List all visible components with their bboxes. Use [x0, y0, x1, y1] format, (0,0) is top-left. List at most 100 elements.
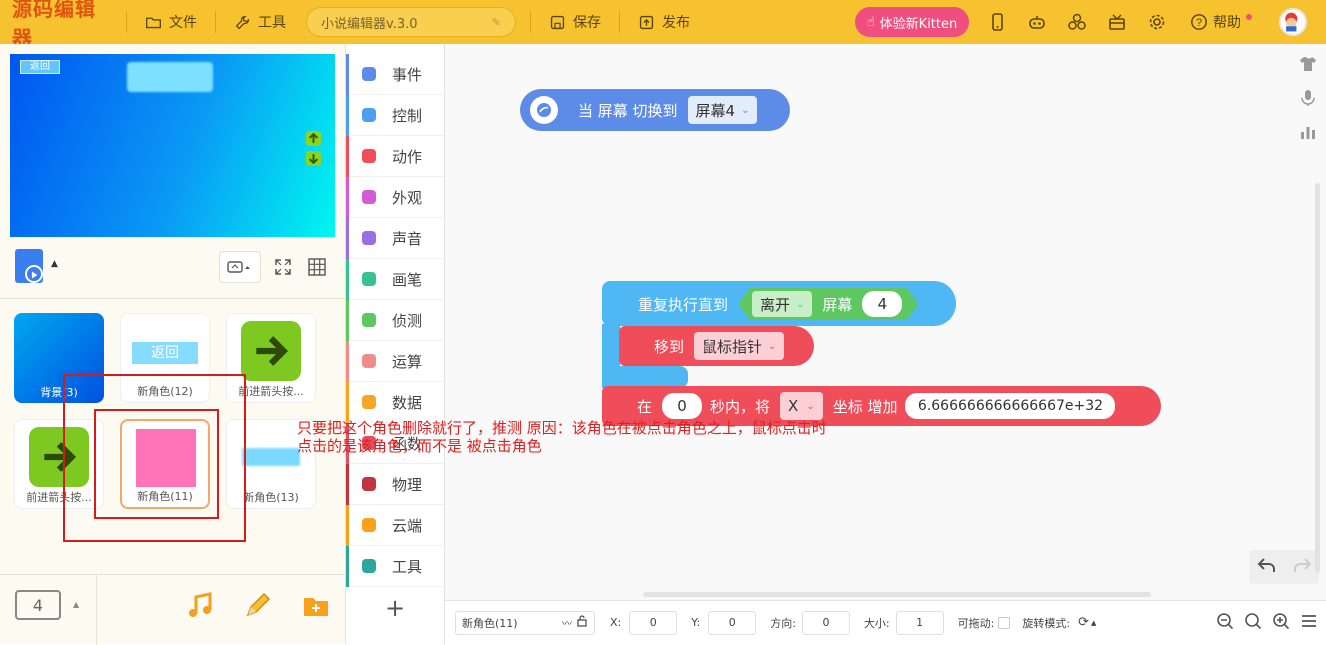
music-icon[interactable] [186, 591, 216, 625]
size-input[interactable]: 1 [895, 610, 944, 635]
axis-dropdown[interactable]: X ⌄ [780, 392, 823, 420]
category-color-bar [346, 341, 349, 382]
left-bottom-bar: 4 ▲ [0, 574, 346, 645]
category-magnet[interactable]: 物理 [346, 464, 445, 505]
x-input[interactable]: 0 [629, 610, 678, 635]
category-label: 数据 [392, 393, 423, 412]
save-button[interactable]: 保存 [541, 0, 609, 44]
menu-icon[interactable] [1298, 610, 1320, 635]
shirt-icon[interactable] [1298, 54, 1318, 78]
category-gamepad[interactable]: 控制 [346, 95, 445, 136]
grid-icon[interactable] [302, 251, 332, 283]
run-button[interactable] [15, 249, 43, 283]
file-menu-button[interactable]: 文件 [137, 0, 205, 44]
eye-hidden-icon[interactable]: 〰 [562, 615, 572, 630]
screen-counter[interactable]: 4 [15, 590, 61, 620]
target-dropdown[interactable]: 鼠标指针 ⌄ [694, 332, 785, 360]
horizontal-scrollbar[interactable] [643, 592, 1151, 597]
folder-add-icon[interactable] [301, 591, 331, 625]
screen-number: 4 [877, 295, 888, 313]
user-avatar[interactable] [1279, 8, 1307, 36]
lock-icon[interactable] [576, 615, 588, 630]
category-shirt[interactable]: 外观 [346, 177, 445, 218]
chevron-down-icon: ⌄ [796, 298, 805, 310]
stage-controls: ▲ [0, 249, 346, 289]
category-tools[interactable]: 工具 [346, 546, 445, 587]
draggable-checkbox[interactable] [998, 616, 1011, 629]
stage-blurred-sprite [127, 62, 213, 92]
help-label: 帮助 [1213, 15, 1241, 31]
save-icon [550, 15, 565, 29]
calculator-icon [358, 350, 380, 372]
stage-size-toggle[interactable] [219, 251, 261, 283]
category-color-bar [346, 546, 349, 587]
divider [619, 11, 620, 33]
direction-input[interactable]: 0 [801, 610, 850, 635]
category-bar-chart[interactable]: 数据 [346, 382, 445, 423]
event-block-screen-switch[interactable]: 当 屏幕 切换到 屏幕4 ⌄ [520, 89, 790, 131]
pencil-icon[interactable] [242, 591, 272, 625]
fullscreen-icon[interactable] [266, 251, 300, 283]
caret-up-icon[interactable]: ▲ [73, 600, 79, 609]
zoom-out-icon[interactable] [1214, 610, 1236, 635]
leave-dropdown[interactable]: 离开 ⌄ [752, 291, 812, 317]
redo-icon[interactable] [1292, 556, 1312, 578]
category-label: 声音 [392, 229, 423, 248]
caret-up-icon[interactable]: ▲ [51, 259, 58, 269]
publish-label: 发布 [662, 15, 690, 31]
category-calculator[interactable]: 运算 [346, 341, 445, 382]
community-icon[interactable] [1066, 11, 1088, 33]
settings-gear-icon[interactable] [1146, 11, 1168, 33]
move-to-text: 移到 [654, 337, 685, 356]
zoom-reset-icon[interactable] [1242, 610, 1264, 635]
try-kitten-label: 体验新Kitten [879, 16, 958, 32]
microphone-icon[interactable] [1298, 88, 1318, 112]
help-button[interactable]: ? 帮助 [1190, 0, 1252, 44]
publish-button[interactable]: 发布 [630, 0, 698, 44]
move-to-block[interactable]: 移到 鼠标指针 ⌄ [619, 326, 814, 366]
chart-icon[interactable] [1298, 122, 1318, 146]
code-workspace[interactable]: 当 屏幕 切换到 屏幕4 ⌄ 重复执行直到 离开 ⌄ 屏幕 4 移到 鼠标指针 … [445, 44, 1326, 600]
try-kitten-button[interactable]: ☝ 体验新Kitten [855, 7, 969, 37]
screen-dropdown[interactable]: 屏幕4 ⌄ [687, 96, 758, 124]
divider [530, 11, 531, 33]
mic-icon [358, 227, 380, 249]
category-ghost[interactable]: 动作 [346, 136, 445, 177]
category-mic[interactable]: 声音 [346, 218, 445, 259]
condition-block[interactable]: 离开 ⌄ 屏幕 4 [738, 288, 918, 320]
robot-icon[interactable] [1026, 11, 1048, 33]
zoom-controls [1214, 610, 1320, 635]
category-color-bar [346, 54, 349, 95]
category-color-bar [346, 218, 349, 259]
category-color-bar [346, 464, 349, 505]
y-input[interactable]: 0 [708, 610, 757, 635]
glide-suffix: 坐标 增加 [832, 397, 898, 416]
category-label: 物理 [392, 475, 423, 494]
undo-icon[interactable] [1257, 556, 1277, 578]
screen-size-icon [227, 261, 250, 273]
zoom-in-icon[interactable] [1270, 610, 1292, 635]
category-target[interactable]: 侦测 [346, 300, 445, 341]
condition-text: 屏幕 [822, 295, 853, 314]
screen-number-input[interactable]: 4 [862, 291, 902, 317]
sprite-name-field[interactable]: 新角色(11) 〰 [455, 610, 595, 635]
rotate-icon: ⟳ [1078, 615, 1089, 630]
amount-input[interactable]: 6.666666666666667e+32 [905, 393, 1116, 419]
category-cloud[interactable]: 云端 [346, 505, 445, 546]
tools-menu-button[interactable]: 工具 [226, 0, 294, 44]
project-title-field[interactable]: 小说编辑器v.3.0 ✎ [306, 7, 516, 37]
edit-pencil-icon: ✎ [491, 15, 501, 29]
seconds-input[interactable]: 0 [662, 393, 703, 419]
rotation-mode-dropdown[interactable]: ⟳ ▲ [1078, 615, 1096, 630]
left-panel: 返回 ▲ 背景(3) 返回 新角色(12) 前进箭头按... 前进箭头按... … [0, 44, 346, 645]
add-extension-button[interactable]: + [385, 594, 405, 622]
vertical-scrollbar[interactable] [1315, 183, 1320, 573]
category-toggle[interactable]: 事件 [346, 54, 445, 95]
gift-icon[interactable] [1106, 11, 1128, 33]
phone-preview-icon[interactable] [986, 11, 1008, 33]
file-menu-label: 文件 [169, 15, 197, 31]
y-label: Y: [691, 616, 701, 629]
category-pen[interactable]: 画笔 [346, 259, 445, 300]
cloud-icon [358, 514, 380, 536]
stage-preview[interactable]: 返回 [10, 54, 335, 237]
